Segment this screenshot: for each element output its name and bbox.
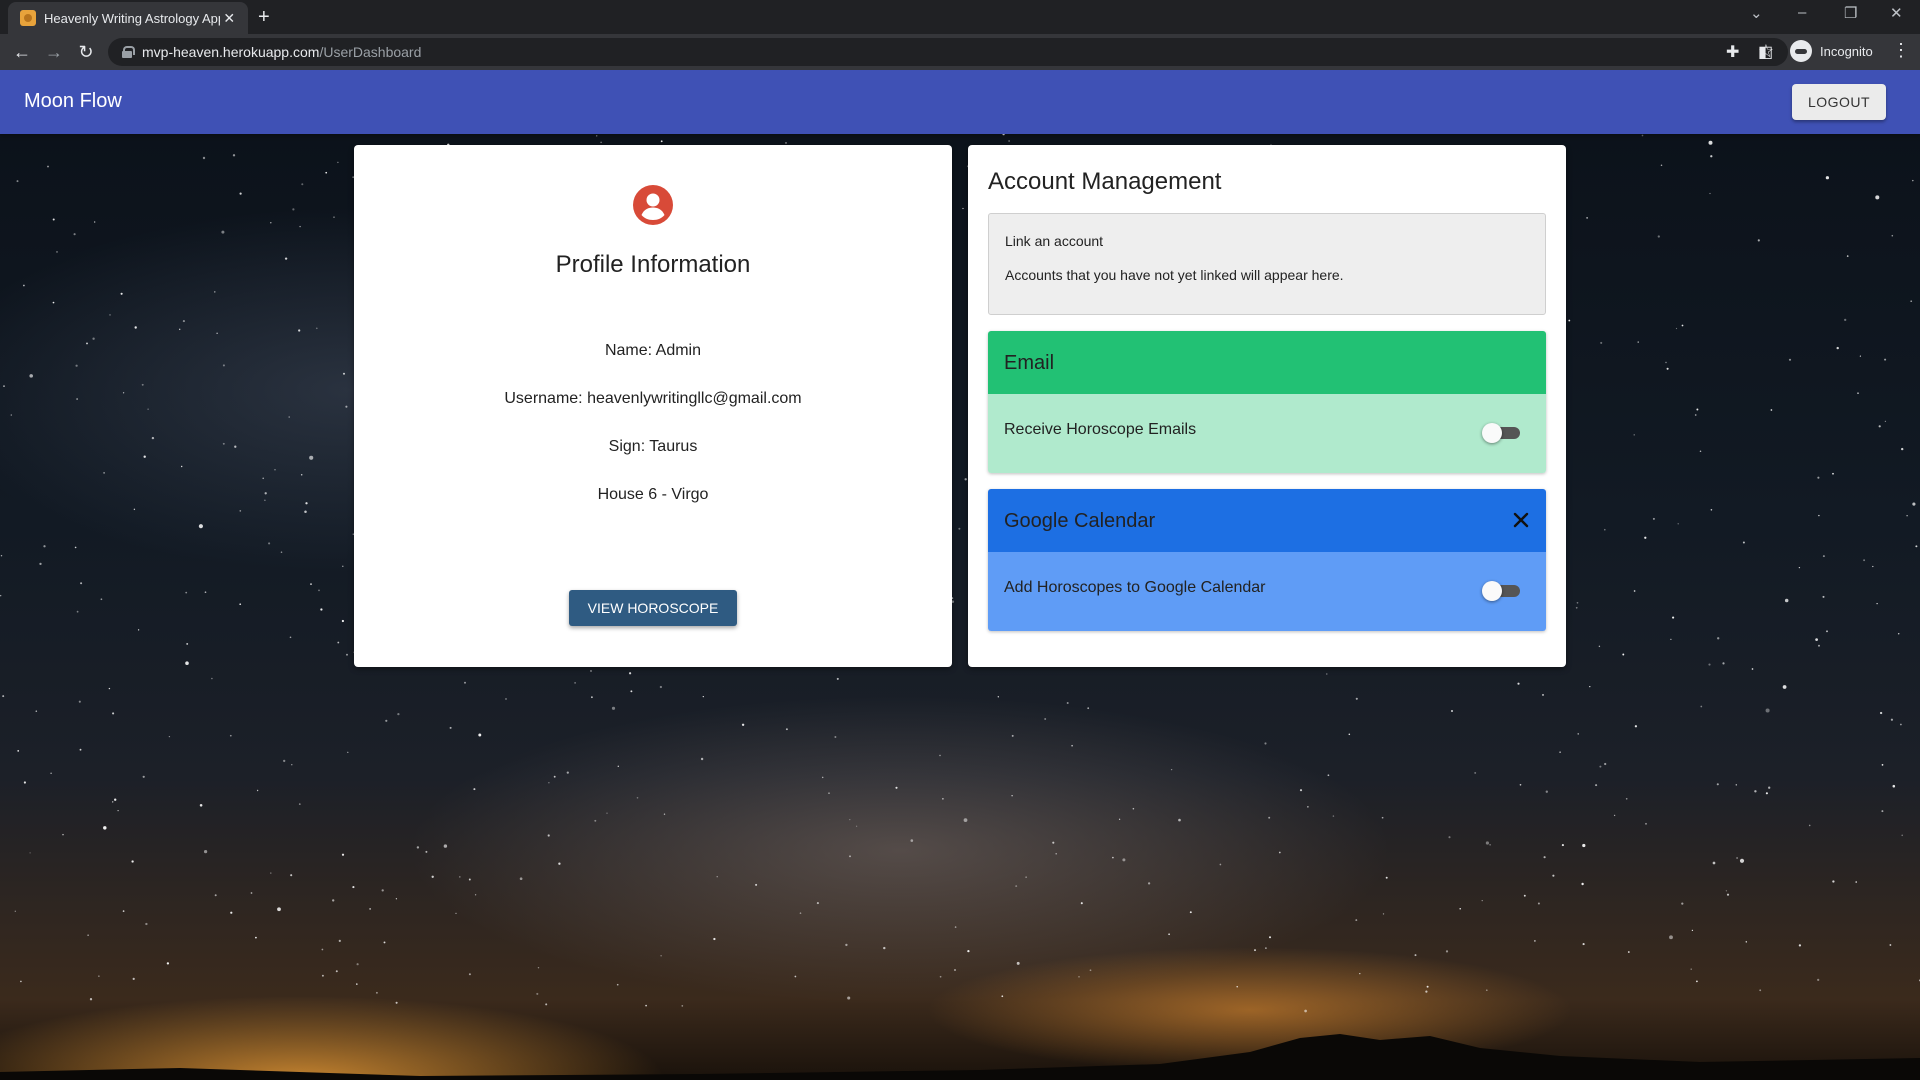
url-path: /UserDashboard	[319, 44, 422, 60]
url-host: mvp-heaven.herokuapp.com	[142, 44, 320, 60]
incognito-icon	[1790, 40, 1812, 62]
lock-icon[interactable]	[122, 46, 135, 58]
reload-icon[interactable]: ↻	[74, 40, 98, 64]
app-bar: Moon Flow LOGOUT	[0, 70, 1920, 134]
email-service-header: Email	[988, 331, 1546, 394]
google-calendar-title: Google Calendar	[1004, 510, 1156, 532]
page-background: Moon Flow LOGOUT Profile Information Nam…	[0, 70, 1920, 1080]
incognito-profile[interactable]: Incognito	[1790, 40, 1873, 62]
app-title: Moon Flow	[24, 90, 122, 112]
google-calendar-toggle-switch[interactable]	[1482, 580, 1520, 602]
profile-sign: Sign: Taurus	[608, 438, 698, 455]
new-tab-icon[interactable]: +	[258, 6, 270, 28]
close-icon[interactable]	[1510, 509, 1532, 531]
email-toggle-label: Receive Horoscope Emails	[1004, 421, 1197, 438]
switch-thumb	[1482, 581, 1502, 601]
window-close-icon[interactable]: ✕	[1890, 4, 1903, 22]
account-circle-icon	[633, 185, 673, 225]
starfield-background	[0, 133, 1920, 1013]
tab-close-icon[interactable]: ✕	[220, 10, 238, 27]
account-heading: Account Management	[988, 168, 1222, 195]
profile-heading: Profile Information	[555, 251, 751, 278]
browser-tab[interactable]: Heavenly Writing Astrology App ✕	[8, 2, 248, 34]
address-bar[interactable]: mvp-heaven.herokuapp.com /UserDashboard …	[108, 38, 1788, 66]
forward-icon[interactable]: →	[42, 40, 66, 64]
browser-toolbar: ← → ↻ mvp-heaven.herokuapp.com /UserDash…	[0, 34, 1920, 70]
google-calendar-body: Add Horoscopes to Google Calendar	[988, 552, 1546, 631]
profile-name: Name: Admin	[604, 342, 702, 359]
account-management-card: Account Management Link an account Accou…	[968, 145, 1566, 667]
link-account-box: Link an account Accounts that you have n…	[988, 213, 1546, 315]
tab-search-icon[interactable]: ⌄	[1750, 4, 1763, 22]
logout-button[interactable]: LOGOUT	[1792, 84, 1886, 120]
profile-house: House 6 - Virgo	[597, 486, 709, 503]
email-toggle-switch[interactable]	[1482, 422, 1520, 444]
email-service-body: Receive Horoscope Emails	[988, 394, 1546, 473]
minimize-icon[interactable]: –	[1798, 4, 1806, 21]
back-icon[interactable]: ←	[10, 40, 34, 64]
extensions-icon[interactable]: ✚	[1726, 42, 1739, 62]
google-calendar-header: Google Calendar	[988, 489, 1546, 552]
email-service-title: Email	[1004, 352, 1055, 374]
restore-icon[interactable]: ❐	[1844, 4, 1857, 22]
favicon-icon	[20, 10, 36, 26]
browser-tabstrip: Heavenly Writing Astrology App ✕ + ⌄ – ❐…	[0, 0, 1920, 34]
browser-menu-icon[interactable]: ⋮	[1892, 40, 1910, 61]
link-account-title: Link an account	[1005, 233, 1104, 249]
switch-thumb	[1482, 423, 1502, 443]
email-service-panel: Email Receive Horoscope Emails	[988, 331, 1546, 473]
side-panel-icon[interactable]: ◧	[1758, 42, 1773, 62]
tab-title: Heavenly Writing Astrology App	[44, 10, 221, 26]
link-account-description: Accounts that you have not yet linked wi…	[1005, 267, 1344, 283]
profile-card: Profile Information Name: Admin Username…	[354, 145, 952, 667]
google-calendar-service-panel: Google Calendar Add Horoscopes to Google…	[988, 489, 1546, 631]
profile-username: Username: heavenlywritingllc@gmail.com	[504, 390, 802, 407]
view-horoscope-button[interactable]: VIEW HOROSCOPE	[569, 590, 737, 626]
incognito-label: Incognito	[1820, 43, 1873, 59]
google-calendar-toggle-label: Add Horoscopes to Google Calendar	[1004, 579, 1266, 596]
mountain-silhouette	[0, 1034, 1920, 1080]
